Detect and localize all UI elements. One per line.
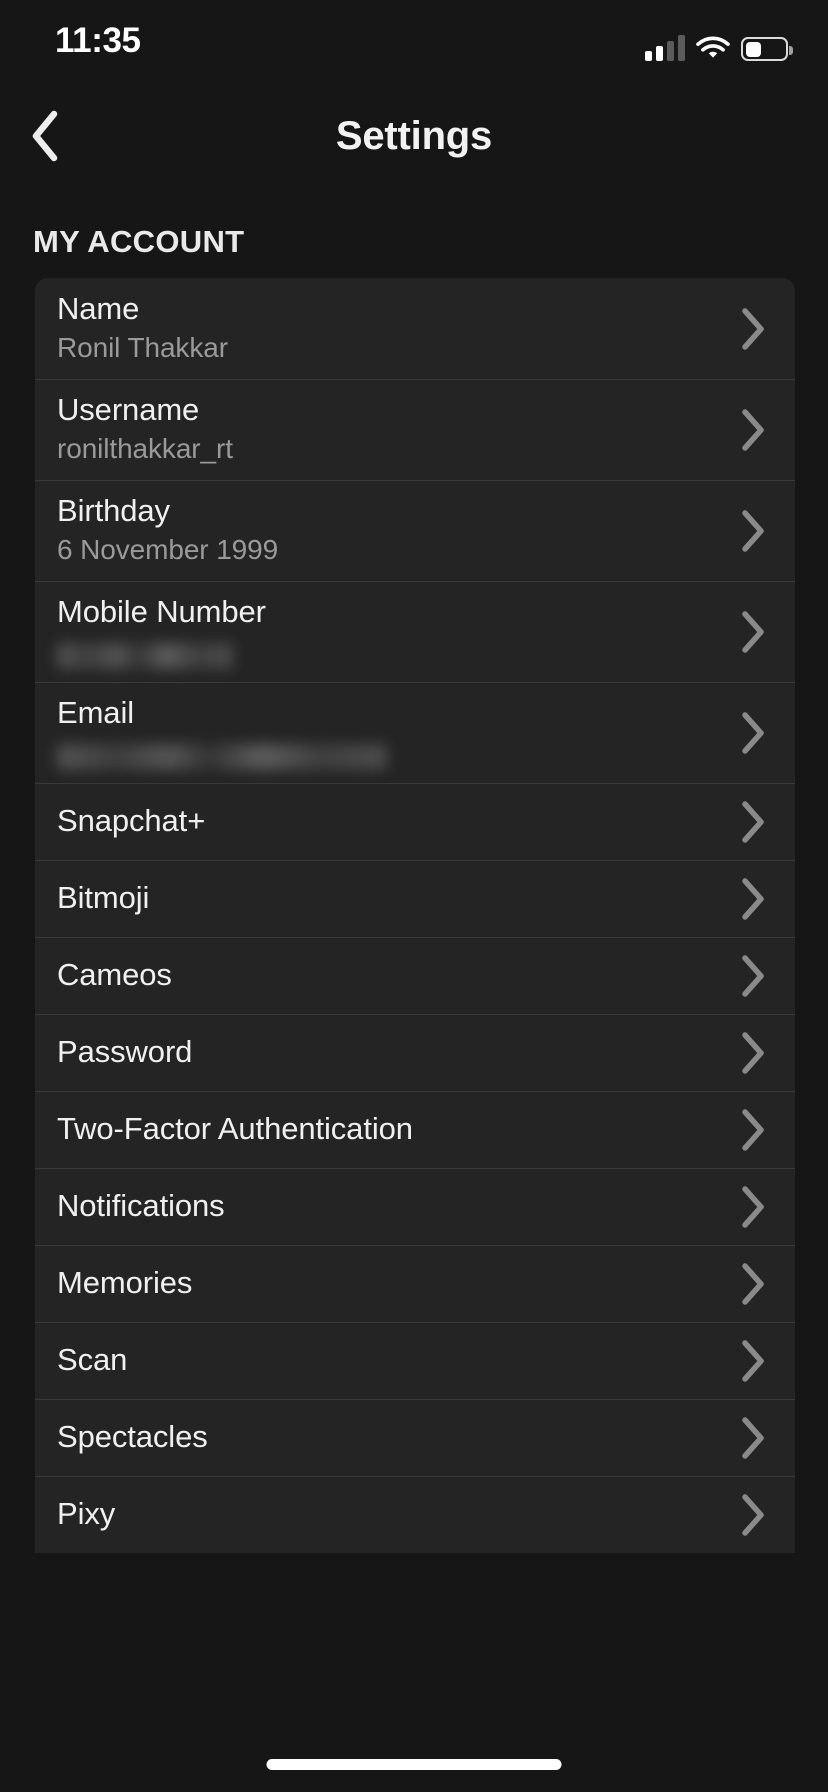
- settings-row[interactable]: Bitmoji: [35, 860, 795, 937]
- settings-row-label: Spectacles: [57, 1419, 711, 1456]
- settings-row-label: Two-Factor Authentication: [57, 1111, 711, 1148]
- chevron-right-icon: [711, 1322, 795, 1399]
- status-bar: 11:35: [0, 0, 828, 92]
- chevron-right-icon: [711, 480, 795, 581]
- nav-bar: Settings: [0, 92, 828, 180]
- settings-row-text: NameRonil Thakkar: [57, 291, 711, 367]
- chevron-right-icon: [711, 278, 795, 379]
- status-bar-time: 11:35: [55, 21, 141, 61]
- chevron-right-icon: [711, 1168, 795, 1245]
- chevron-right-icon: [711, 1091, 795, 1168]
- chevron-right-icon: [711, 1399, 795, 1476]
- settings-row-value-redacted: [57, 643, 233, 669]
- settings-row[interactable]: Password: [35, 1014, 795, 1091]
- settings-row-label: Pixy: [57, 1496, 711, 1533]
- chevron-right-icon: [711, 1014, 795, 1091]
- chevron-right-icon: [711, 937, 795, 1014]
- settings-row-text: Password: [57, 1034, 711, 1071]
- settings-row-label: Mobile Number: [57, 594, 711, 631]
- settings-row[interactable]: Pixy: [35, 1476, 795, 1553]
- settings-row[interactable]: Two-Factor Authentication: [35, 1091, 795, 1168]
- settings-row-text: Notifications: [57, 1188, 711, 1225]
- chevron-right-icon: [711, 783, 795, 860]
- settings-screen: 11:35 Se: [0, 0, 828, 1792]
- settings-row-text: Bitmoji: [57, 880, 711, 917]
- chevron-right-icon: [711, 860, 795, 937]
- settings-row[interactable]: Scan: [35, 1322, 795, 1399]
- settings-row-label: Cameos: [57, 957, 711, 994]
- settings-row[interactable]: Birthday6 November 1999: [35, 480, 795, 581]
- settings-row-text: Mobile Number: [57, 594, 711, 669]
- chevron-right-icon: [711, 1245, 795, 1322]
- settings-row[interactable]: Snapchat+: [35, 783, 795, 860]
- settings-row-text: Snapchat+: [57, 803, 711, 840]
- settings-row-text: Scan: [57, 1342, 711, 1379]
- section-header-my-account: MY ACCOUNT: [33, 224, 244, 260]
- settings-row[interactable]: Usernameronilthakkar_rt: [35, 379, 795, 480]
- settings-row[interactable]: NameRonil Thakkar: [35, 278, 795, 379]
- settings-row-value: 6 November 1999: [57, 532, 711, 568]
- settings-row-label: Bitmoji: [57, 880, 711, 917]
- chevron-right-icon: [711, 682, 795, 783]
- page-title: Settings: [0, 92, 828, 180]
- battery-icon: [741, 37, 788, 61]
- status-bar-indicators: [645, 31, 788, 61]
- settings-row[interactable]: Mobile Number: [35, 581, 795, 682]
- settings-row[interactable]: Email: [35, 682, 795, 783]
- settings-row-text: Memories: [57, 1265, 711, 1302]
- settings-row-value: ronilthakkar_rt: [57, 431, 711, 467]
- settings-row-label: Birthday: [57, 493, 711, 530]
- settings-row[interactable]: Memories: [35, 1245, 795, 1322]
- settings-row-value-redacted: [57, 744, 387, 770]
- settings-row-text: Birthday6 November 1999: [57, 493, 711, 569]
- settings-row[interactable]: Spectacles: [35, 1399, 795, 1476]
- settings-list: NameRonil Thakkar Usernameronilthakkar_rt…: [35, 278, 795, 1553]
- settings-row-label: Notifications: [57, 1188, 711, 1225]
- settings-row-text: Usernameronilthakkar_rt: [57, 392, 711, 468]
- settings-row[interactable]: Notifications: [35, 1168, 795, 1245]
- settings-row-text: Email: [57, 695, 711, 770]
- settings-row-text: Two-Factor Authentication: [57, 1111, 711, 1148]
- chevron-right-icon: [711, 379, 795, 480]
- chevron-right-icon: [711, 1476, 795, 1553]
- settings-row[interactable]: Cameos: [35, 937, 795, 1014]
- wifi-icon: [696, 35, 730, 61]
- chevron-right-icon: [711, 581, 795, 682]
- settings-row-label: Email: [57, 695, 711, 732]
- settings-row-text: Cameos: [57, 957, 711, 994]
- settings-row-label: Scan: [57, 1342, 711, 1379]
- home-indicator[interactable]: [267, 1759, 562, 1770]
- settings-row-label: Snapchat+: [57, 803, 711, 840]
- settings-row-label: Password: [57, 1034, 711, 1071]
- settings-row-value: Ronil Thakkar: [57, 330, 711, 366]
- settings-row-label: Username: [57, 392, 711, 429]
- settings-row-text: Spectacles: [57, 1419, 711, 1456]
- cellular-signal-icon: [645, 35, 685, 61]
- settings-row-text: Pixy: [57, 1496, 711, 1533]
- settings-row-label: Name: [57, 291, 711, 328]
- settings-row-label: Memories: [57, 1265, 711, 1302]
